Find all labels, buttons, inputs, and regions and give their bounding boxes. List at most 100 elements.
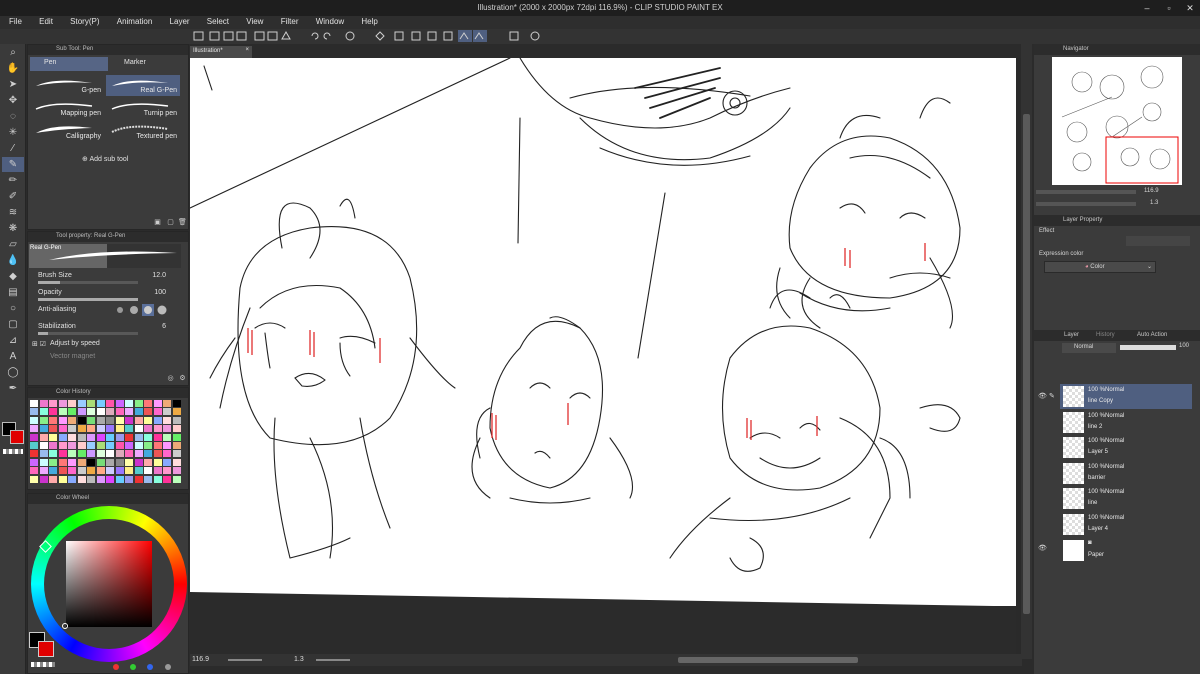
history-color-swatch[interactable] (106, 400, 114, 407)
history-color-swatch[interactable] (49, 442, 57, 449)
history-color-swatch[interactable] (58, 467, 67, 475)
brush-g-pen[interactable]: G-pen (30, 75, 104, 96)
history-color-swatch[interactable] (134, 408, 143, 416)
menu-story[interactable]: Story(P) (61, 16, 105, 26)
history-color-swatch[interactable] (125, 475, 133, 483)
history-color-swatch[interactable] (49, 425, 57, 433)
vector-magnet-row[interactable]: Vector magnet (30, 353, 178, 365)
menu-file[interactable]: File (0, 16, 28, 26)
history-color-swatch[interactable] (172, 416, 181, 424)
status-zoom[interactable]: 116.9 (192, 656, 209, 663)
vertical-scrollbar[interactable] (1021, 44, 1032, 659)
tab-pen[interactable]: Pen (30, 57, 108, 71)
history-color-swatch[interactable] (134, 458, 143, 466)
history-color-swatch[interactable] (30, 408, 38, 416)
history-color-swatch[interactable] (163, 425, 171, 433)
history-color-swatch[interactable] (115, 467, 124, 475)
navigator-rotation[interactable]: 1.3 (1150, 200, 1158, 206)
history-color-swatch[interactable] (77, 458, 86, 466)
layer-opacity-slider[interactable] (1120, 345, 1176, 350)
history-color-swatch[interactable] (172, 450, 181, 458)
close-tab-icon[interactable]: × (245, 47, 249, 53)
layer-row[interactable]: 100 %Normal line 2 (1060, 410, 1192, 435)
history-color-swatch[interactable] (87, 458, 95, 466)
subtool-settings-icon[interactable]: ▣ (153, 218, 162, 227)
history-color-swatch[interactable] (68, 442, 76, 449)
history-color-swatch[interactable] (49, 450, 57, 458)
history-color-swatch[interactable] (87, 425, 95, 433)
history-color-swatch[interactable] (144, 442, 152, 449)
history-color-swatch[interactable] (68, 433, 76, 441)
color-wheel[interactable] (31, 506, 187, 662)
opacity-value[interactable]: 100 (154, 289, 166, 296)
history-color-swatch[interactable] (77, 467, 86, 475)
history-color-swatch[interactable] (77, 442, 86, 449)
blend-mode-select[interactable]: Normal (1062, 343, 1116, 353)
history-color-swatch[interactable] (30, 475, 38, 483)
history-color-swatch[interactable] (153, 450, 162, 458)
history-color-swatch[interactable] (58, 425, 67, 433)
history-color-swatch[interactable] (144, 450, 152, 458)
eraser-tool-icon[interactable]: ▱ (2, 237, 24, 252)
horizontal-scrollbar[interactable] (678, 657, 858, 663)
brush-calligraphy[interactable]: Calligraphy (30, 121, 104, 142)
layer-opacity-value[interactable]: 100 (1179, 343, 1189, 349)
menu-window[interactable]: Window (307, 16, 350, 26)
navigator-rotation-slider[interactable] (1036, 202, 1136, 206)
history-color-swatch[interactable] (58, 475, 67, 483)
history-color-swatch[interactable] (30, 433, 38, 441)
history-color-swatch[interactable] (49, 467, 57, 475)
figure-tool-icon[interactable]: ○ (2, 301, 24, 316)
history-color-swatch[interactable] (77, 425, 86, 433)
history-color-swatch[interactable] (144, 433, 152, 441)
history-color-swatch[interactable] (58, 442, 67, 449)
history-color-swatch[interactable] (163, 442, 171, 449)
history-color-swatch[interactable] (49, 416, 57, 424)
history-color-swatch[interactable] (30, 467, 38, 475)
history-color-swatch[interactable] (68, 450, 76, 458)
history-color-swatch[interactable] (153, 458, 162, 466)
history-color-swatch[interactable] (77, 400, 86, 407)
history-color-swatch[interactable] (134, 400, 143, 407)
history-color-swatch[interactable] (125, 408, 133, 416)
history-color-swatch[interactable] (87, 408, 95, 416)
history-color-swatch[interactable] (39, 425, 48, 433)
history-color-swatch[interactable] (87, 467, 95, 475)
history-color-swatch[interactable] (153, 475, 162, 483)
close-icon[interactable]: ✕ (1183, 1, 1197, 15)
operation-tool-icon[interactable]: ➤ (2, 77, 24, 92)
history-color-swatch[interactable] (58, 450, 67, 458)
history-color-swatch[interactable] (39, 433, 48, 441)
layer-row[interactable]: 100 %Normal barrier (1060, 461, 1192, 486)
auto-select-tool-icon[interactable]: ✳ (2, 125, 24, 140)
frame-tool-icon[interactable]: ▢ (2, 317, 24, 332)
balloon-tool-icon[interactable]: ◯ (2, 365, 24, 380)
history-color-swatch[interactable] (144, 400, 152, 407)
history-color-swatch[interactable] (87, 442, 95, 449)
history-color-swatch[interactable] (68, 400, 76, 407)
history-color-swatch[interactable] (125, 416, 133, 424)
history-color-swatch[interactable] (106, 442, 114, 449)
history-color-swatch[interactable] (106, 458, 114, 466)
history-color-swatch[interactable] (115, 458, 124, 466)
lasso-tool-icon[interactable]: ◌ (2, 109, 24, 124)
layer-row[interactable]: 100 %Normal line (1060, 486, 1192, 511)
eye-icon[interactable]: 👁 (1038, 392, 1047, 400)
history-color-swatch[interactable] (30, 450, 38, 458)
history-color-swatch[interactable] (39, 400, 48, 407)
history-color-swatch[interactable] (125, 467, 133, 475)
eye-icon[interactable]: 👁 (1038, 544, 1047, 552)
brush-mapping-pen[interactable]: Mapping pen (30, 98, 104, 119)
history-color-swatch[interactable] (144, 416, 152, 424)
history-color-swatch[interactable] (68, 425, 76, 433)
history-color-swatch[interactable] (144, 408, 152, 416)
sub-color-swatch[interactable] (10, 430, 24, 444)
history-color-swatch[interactable] (68, 458, 76, 466)
opacity-row[interactable]: Opacity 100 (30, 289, 178, 301)
history-color-swatch[interactable] (106, 475, 114, 483)
history-color-swatch[interactable] (144, 467, 152, 475)
correct-line-tool-icon[interactable]: ✒ (2, 381, 24, 396)
history-color-swatch[interactable] (58, 400, 67, 407)
history-color-swatch[interactable] (39, 416, 48, 424)
color-picker-marker[interactable] (62, 623, 68, 629)
